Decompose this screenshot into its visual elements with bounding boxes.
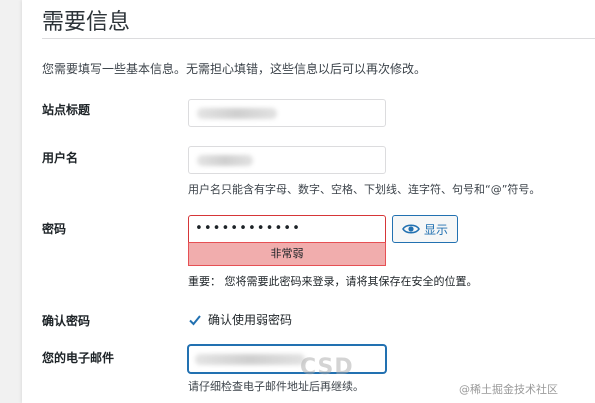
password-label: 密码 <box>42 222 67 236</box>
confirm-weak-password-row[interactable]: 确认使用弱密码 <box>188 311 292 328</box>
csdn-watermark: CSD <box>300 355 354 380</box>
confirm-password-label: 确认密码 <box>42 314 91 328</box>
setup-form-card: 需要信息 您需要填写一些基本信息。无需担心填错，这些信息以后可以再次修改。 <box>22 0 595 403</box>
username-label: 用户名 <box>42 151 79 165</box>
password-strength-meter: 非常弱 <box>188 242 386 266</box>
password-input[interactable]: •••••••••••• <box>188 215 386 243</box>
eye-icon <box>402 224 420 234</box>
juejin-watermark: @稀土掘金技术社区 <box>459 383 558 396</box>
password-important-note: 重要： 您将需要此密码来登录，请将其保存在安全的位置。 <box>188 275 478 288</box>
redacted-value <box>197 108 277 119</box>
page-title: 需要信息 <box>42 10 131 35</box>
redacted-value <box>197 155 253 166</box>
username-input[interactable] <box>188 146 386 174</box>
email-label: 您的电子邮件 <box>42 351 115 365</box>
intro-text: 您需要填写一些基本信息。无需担心填错，这些信息以后可以再次修改。 <box>42 62 427 76</box>
title-divider <box>42 38 595 39</box>
checkmark-icon[interactable] <box>188 313 202 327</box>
username-hint: 用户名只能含有字母、数字、空格、下划线、连字符、句号和“@”符号。 <box>188 183 541 196</box>
show-password-label: 显示 <box>423 222 448 237</box>
email-input[interactable] <box>188 345 386 373</box>
site-title-input[interactable] <box>188 99 386 127</box>
show-password-button[interactable]: 显示 <box>392 215 458 243</box>
confirm-weak-password-label: 确认使用弱密码 <box>208 313 293 327</box>
email-hint: 请仔细检查电子邮件地址后再继续。 <box>188 380 364 393</box>
redacted-value <box>195 354 305 365</box>
site-title-label: 站点标题 <box>42 103 91 117</box>
